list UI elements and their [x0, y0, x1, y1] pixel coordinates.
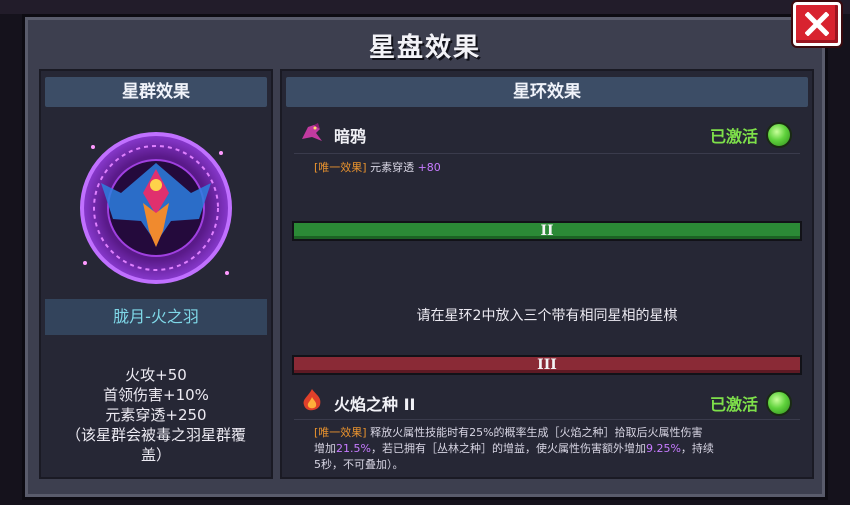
- fire-seed-icon: [303, 389, 321, 411]
- effect-value: +80: [417, 161, 441, 174]
- constellation-panel: 星群效果 胧月-火之羽 火攻+50 首领伤害+10% 元素穿透+250 （该星群…: [39, 69, 273, 479]
- ring1-effect: [唯一效果] 元素穿透 +80: [314, 159, 441, 175]
- effect-desc: 释放火属性技能时有25%的概率生成［火焰之种］拾取后火属性伤害: [370, 426, 703, 439]
- background-strip: [0, 0, 850, 14]
- stat-line: 盖）: [140, 446, 171, 464]
- ring1-name: 暗鸦: [334, 127, 367, 146]
- constellation-name: 胧月-火之羽: [45, 299, 267, 335]
- ring2-bar: II: [292, 221, 802, 241]
- constellation-header: 星群效果: [45, 77, 267, 107]
- effect-tag: [唯一效果]: [314, 161, 367, 174]
- effect-desc: 元素穿透: [370, 161, 415, 174]
- effect-desc: 5秒，不可叠加）。: [314, 458, 404, 471]
- ring1-active-gem-icon: [766, 122, 792, 148]
- stat-line: （该星群会被毒之羽星群覆: [65, 426, 246, 444]
- ring1-status: 已激活: [709, 127, 758, 146]
- effect-desc: ，若已拥有［丛林之种］的增益，使火属性伤害额外增加: [370, 442, 646, 455]
- divider: [294, 419, 800, 420]
- ring3-name: 火焰之种 II: [334, 395, 416, 414]
- star-chart-dialog: 星盘效果 星群效果 胧月-火之羽 火攻+50 首领伤害+10% 元素穿透+250…: [22, 14, 828, 500]
- stat-line: 首领伤害+10%: [103, 386, 209, 404]
- stat-line: 火攻+50: [125, 366, 187, 384]
- ring3-effect: [唯一效果] 释放火属性技能时有25%的概率生成［火焰之种］拾取后火属性伤害 增…: [314, 425, 800, 473]
- dialog-title: 星盘效果: [368, 33, 481, 63]
- ring3-bar: III: [292, 355, 802, 375]
- ring3-active-gem-icon: [766, 390, 792, 416]
- effect-desc: ，持续: [680, 442, 714, 455]
- effect-value: 21.5%: [336, 442, 371, 455]
- constellation-stats: 火攻+50 首领伤害+10% 元素穿透+250 （该星群会被毒之羽星群覆 盖）: [47, 365, 265, 465]
- constellation-emblem-icon: [80, 132, 232, 284]
- stat-line: 元素穿透+250: [105, 406, 207, 424]
- ring-effects-header: 星环效果: [286, 77, 808, 107]
- divider: [294, 153, 800, 154]
- effect-tag: [唯一效果]: [314, 426, 367, 439]
- ring2-hint: 请在星环2中放入三个带有相同星相的星棋: [416, 308, 678, 324]
- ring3-status: 已激活: [709, 395, 758, 414]
- raven-icon: [302, 123, 322, 141]
- close-button[interactable]: [793, 2, 841, 46]
- effect-value: 9.25%: [645, 442, 681, 455]
- background-edge: [0, 120, 24, 420]
- effect-desc: 增加: [314, 442, 336, 455]
- close-icon: [805, 12, 829, 36]
- ring-effects-panel: 星环效果 暗鸦 已激活 [唯一效果] 元素穿透 +80 II 请在星环2中放入三…: [280, 69, 814, 479]
